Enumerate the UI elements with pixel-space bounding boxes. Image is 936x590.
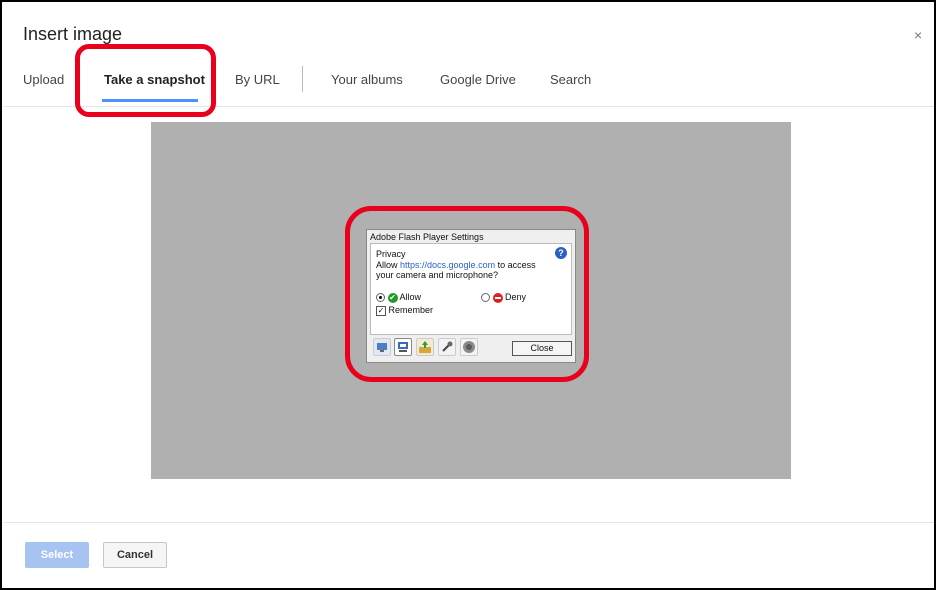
- tab-your-albums[interactable]: Your albums: [331, 72, 403, 87]
- tab-upload[interactable]: Upload: [23, 72, 64, 87]
- cancel-button[interactable]: Cancel: [103, 542, 167, 568]
- tab-highlight-annotation: [75, 44, 216, 117]
- dialog-title: Insert image: [23, 24, 123, 44]
- tab-separator: [302, 66, 303, 92]
- tab-by-url[interactable]: By URL: [235, 72, 280, 87]
- tab-search[interactable]: Search: [550, 72, 591, 87]
- tab-google-drive[interactable]: Google Drive: [440, 72, 516, 87]
- flash-highlight-annotation: [345, 206, 589, 382]
- select-button[interactable]: Select: [25, 542, 89, 568]
- close-icon[interactable]: ×: [914, 27, 922, 43]
- footer-divider: [4, 522, 934, 523]
